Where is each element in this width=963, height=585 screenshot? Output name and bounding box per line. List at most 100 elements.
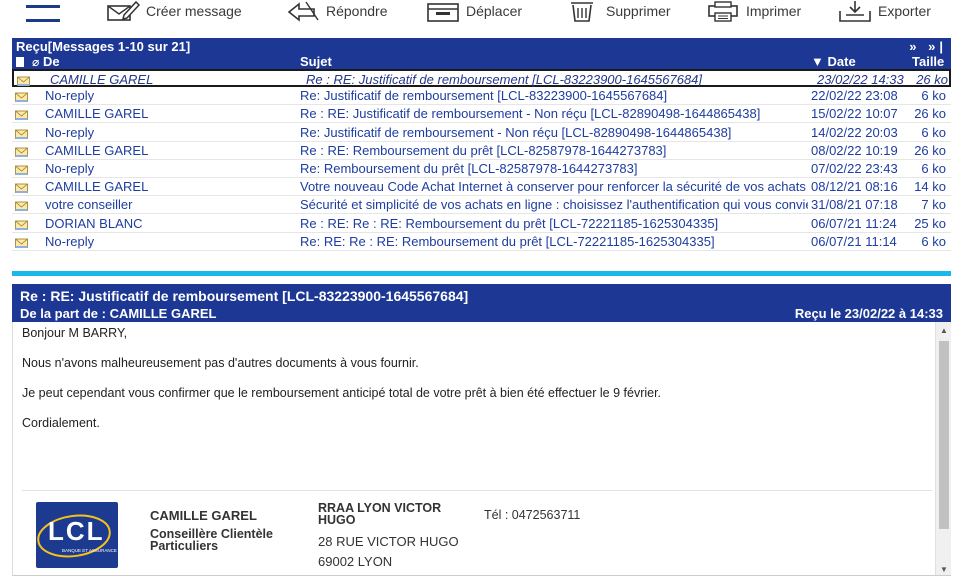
envelope-icon: [15, 199, 28, 212]
message-subject-cell: Sécurité et simplicité de vos achats en …: [300, 197, 808, 213]
message-from: votre conseiller: [45, 197, 133, 213]
compose-button[interactable]: Créer message: [106, 0, 242, 22]
folder-name: Reçu: [16, 39, 48, 54]
envelope-icon: [15, 108, 28, 121]
message-subject-cell: Re : RE: Remboursement du prêt [LCL-8258…: [300, 142, 667, 158]
signature-city: 69002 LYON: [318, 554, 393, 569]
message-date: 06/07/21 11:14: [811, 233, 897, 249]
message-scrollbar[interactable]: ▲ ▼: [935, 322, 951, 575]
message-size: 6 ko: [921, 88, 946, 104]
signature-divider: [22, 490, 932, 491]
signature-phone: Tél : 0472563711: [484, 508, 581, 522]
trash-icon: [571, 2, 593, 22]
message-row[interactable]: No-reply Re: Justificatif de remboursemen…: [12, 87, 951, 106]
toolbar: Créer message Répondre Déplacer Supprime…: [0, 0, 963, 30]
message-row[interactable]: No-reply Re: RE: Re : RE: Remboursement d…: [12, 233, 951, 251]
message-size: 7 ko: [921, 197, 946, 213]
message-subject-cell: Re: RE: Re : RE: Remboursement du prêt […: [300, 233, 715, 249]
compose-icon: [107, 0, 140, 21]
message-row[interactable]: DORIAN BLANC Re : RE: Re : RE: Remboursem…: [12, 215, 951, 233]
message-list: Reçu[Messages 1-10 sur 21] » »| ⌀ De Suj…: [12, 38, 951, 266]
message-row[interactable]: No-reply Re: Justificatif de remboursemen…: [12, 124, 951, 142]
message-row[interactable]: CAMILLE GAREL Re : RE: Justificatif de re…: [12, 105, 951, 124]
column-headers: ⌀ De Sujet ▼ Date Taille: [12, 55, 951, 69]
body-paragraph: Nous n'avons malheureusement pas d'autre…: [22, 356, 419, 370]
message-subject: Re : RE: Justificatif de remboursement […: [20, 288, 469, 304]
message-date: 22/02/22 23:08: [811, 88, 898, 104]
read-status-column-icon[interactable]: [16, 57, 24, 67]
message-row[interactable]: CAMILLE GAREL Votre nouveau Code Achat In…: [12, 178, 951, 197]
envelope-icon: [15, 181, 28, 194]
message-received-date: Reçu le 23/02/22 à 14:33: [794, 306, 943, 321]
compose-label: Créer message: [146, 3, 242, 19]
message-size: 26 ko: [914, 142, 946, 158]
message-date: 14/02/22 20:03: [811, 124, 898, 140]
envelope-icon: [15, 90, 28, 103]
column-date-label: Date: [827, 54, 856, 69]
print-button[interactable]: Imprimer: [706, 0, 801, 22]
message-subject-cell: Re : RE: Re : RE: Remboursement du prêt …: [300, 215, 719, 231]
message-row[interactable]: No-reply Re: Remboursement du prêt [LCL-8…: [12, 160, 951, 178]
message-from: No-reply: [45, 88, 95, 104]
attachment-column-icon[interactable]: ⌀: [32, 55, 39, 69]
pane-separator[interactable]: [12, 271, 951, 276]
menu-hamburger-icon[interactable]: [26, 5, 62, 22]
message-date: 06/07/21 11:24: [811, 215, 897, 231]
message-from: No-reply: [45, 233, 95, 249]
message-date: 31/08/21 07:18: [811, 197, 898, 213]
envelope-icon: [15, 145, 28, 157]
message-subject-cell: Votre nouveau Code Achat Internet à cons…: [300, 179, 806, 195]
column-size[interactable]: Taille: [912, 55, 944, 69]
move-button[interactable]: Déplacer: [426, 0, 522, 22]
envelope-icon: [15, 163, 28, 175]
signature-name: CAMILLE GAREL: [150, 508, 257, 523]
move-label: Déplacer: [466, 3, 523, 19]
column-subject[interactable]: Sujet: [300, 55, 332, 69]
message-counter: [Messages 1-10 sur 21]: [47, 39, 191, 54]
message-from: CAMILLE GAREL: [45, 142, 149, 158]
message-subject-cell: Re: Remboursement du prêt [LCL-82587978-…: [300, 161, 638, 176]
delete-button[interactable]: Supprimer: [566, 0, 671, 22]
envelope-icon: [17, 74, 30, 86]
reply-button[interactable]: Répondre: [286, 0, 388, 22]
pager-next-icon[interactable]: » »|: [909, 38, 947, 55]
print-label: Imprimer: [746, 3, 802, 19]
message-date: 15/02/22 10:07: [811, 106, 898, 122]
message-subject-cell: Re : RE: Justificatif de remboursement -…: [300, 106, 761, 122]
message-size: 6 ko: [921, 161, 946, 176]
message-row[interactable]: CAMILLE GAREL Re : RE: Remboursement du p…: [12, 142, 951, 160]
reading-pane: Re : RE: Justificatif de remboursement […: [12, 284, 951, 585]
export-button[interactable]: Exporter: [838, 0, 931, 22]
column-from[interactable]: De: [43, 55, 60, 69]
message-size: 26 ko: [914, 106, 946, 122]
envelope-icon: [15, 127, 28, 139]
envelope-icon: [15, 218, 28, 230]
message-from: CAMILLE GAREL: [45, 179, 149, 195]
signature-role: Conseillère Clientèle Particuliers: [150, 527, 273, 553]
reply-label: Répondre: [326, 3, 388, 19]
export-label: Exporter: [878, 3, 931, 19]
message-row-selected[interactable]: CAMILLE GAREL Re : RE: Justificatif de re…: [12, 69, 951, 87]
message-size: 6 ko: [921, 233, 946, 249]
message-date: 08/12/21 08:16: [811, 179, 898, 195]
reply-icon: [287, 1, 319, 22]
message-from: DORIAN BLANC: [45, 215, 143, 231]
lcl-logo: LCL BANQUE ET ASSURANCE: [36, 502, 118, 568]
message-size: 14 ko: [914, 179, 946, 195]
message-from: No-reply: [45, 161, 95, 176]
body-paragraph: Cordialement.: [22, 416, 100, 430]
message-body: Bonjour M BARRY, Nous n'avons malheureus…: [12, 322, 951, 576]
message-row[interactable]: votre conseiller Sécurité et simplicité d…: [12, 196, 951, 215]
svg-text:BANQUE ET ASSURANCE: BANQUE ET ASSURANCE: [62, 548, 117, 553]
column-date[interactable]: ▼ Date: [811, 55, 856, 69]
message-subject-cell: Re: Justificatif de remboursement [LCL-8…: [300, 88, 668, 104]
scroll-up-icon[interactable]: ▲: [940, 326, 948, 335]
body-paragraph: Je peut cependant vous confirmer que le …: [22, 386, 662, 400]
message-from: No-reply: [45, 124, 95, 140]
scroll-down-icon[interactable]: ▼: [940, 565, 948, 574]
scrollbar-thumb[interactable]: [939, 341, 949, 529]
message-sender: De la part de : CAMILLE GAREL: [20, 306, 217, 321]
export-icon: [839, 1, 871, 22]
signature-street: 28 RUE VICTOR HUGO: [318, 534, 459, 549]
message-date: 07/02/22 23:43: [811, 161, 898, 176]
